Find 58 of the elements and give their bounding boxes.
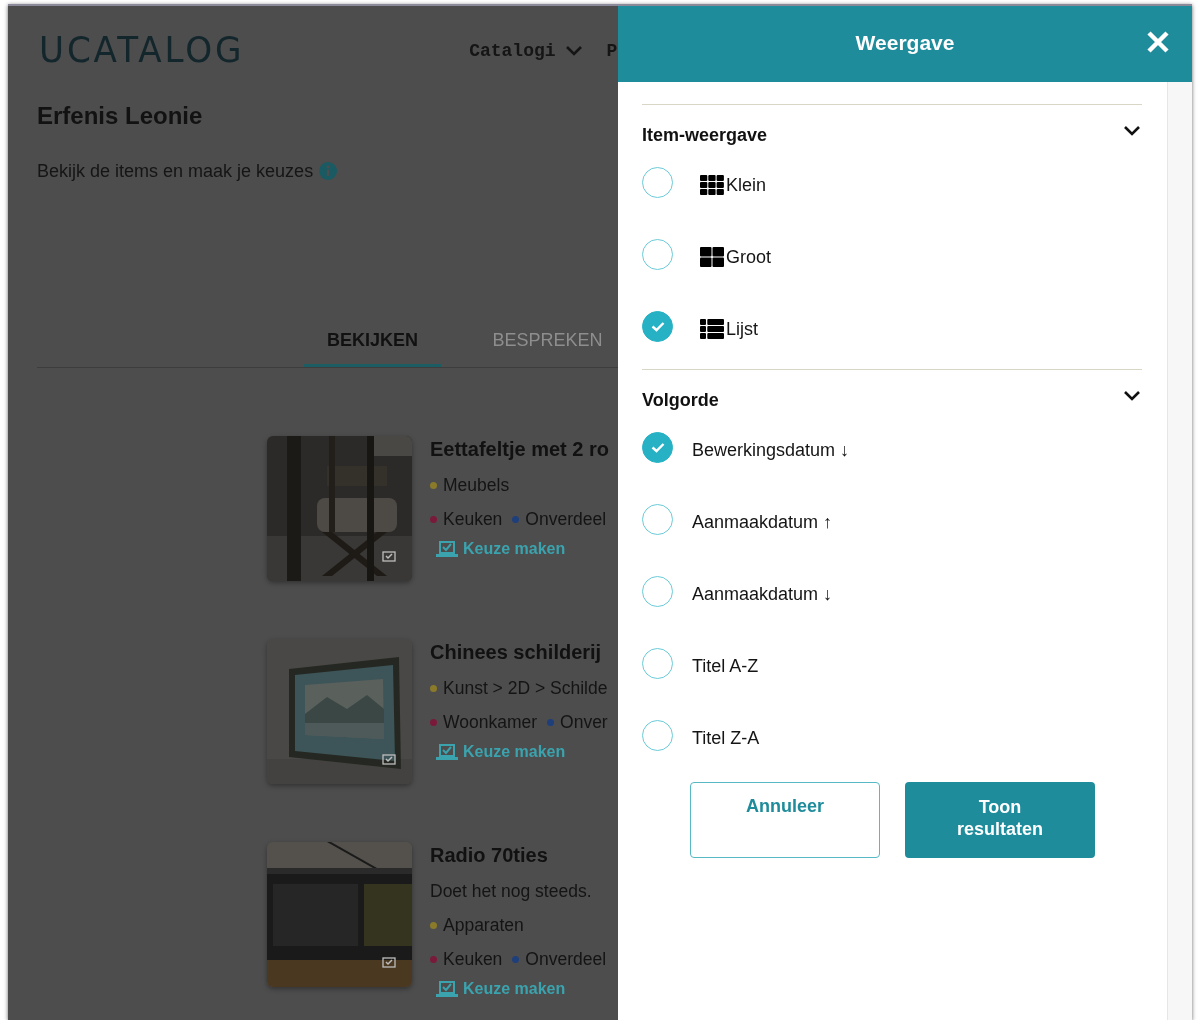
location-label: Onverdeel [525, 948, 607, 971]
large-grid-icon [700, 247, 724, 267]
section-title[interactable]: Volgorde [642, 390, 719, 411]
check-badge-icon[interactable] [382, 754, 396, 766]
option-label[interactable]: Aanmaakdatum ↑ [692, 511, 833, 533]
option-label[interactable]: Aanmaakdatum ↓ [692, 583, 833, 605]
category-label: Meubels [443, 474, 510, 497]
radio-button[interactable] [642, 503, 673, 535]
chevron-down-icon[interactable] [1123, 390, 1141, 402]
item-title[interactable]: Eettafeltje met 2 ro [430, 438, 611, 460]
location-label: Woonkamer [443, 711, 538, 734]
radio-button[interactable] [642, 719, 673, 751]
radio-button[interactable] [642, 431, 673, 463]
panel-title: Weergave [855, 31, 955, 55]
nav-menu[interactable]: Catalogi [469, 41, 583, 61]
list-icon [700, 319, 724, 339]
location-label: Onver [560, 711, 608, 734]
check-icon [650, 320, 665, 332]
option-label[interactable]: Groot [726, 246, 772, 268]
tab[interactable]: BESPREKEN [479, 317, 616, 367]
category-label: Apparaten [443, 914, 524, 937]
radio-button[interactable] [642, 310, 673, 342]
chevron-down-icon[interactable] [1123, 125, 1141, 137]
cancel-button[interactable]: Annuleer [690, 782, 880, 858]
page-subtitle: Bekijk de items en maak je keuzes [37, 160, 314, 182]
check-icon [436, 980, 458, 998]
category-label: Kunst > 2D > Schilde [443, 677, 608, 700]
item-title[interactable]: Chinees schilderij [430, 641, 612, 663]
radio-button[interactable] [642, 575, 673, 607]
choose-link[interactable]: Keuze maken [436, 540, 566, 558]
location-label: Onverdeel [525, 508, 607, 531]
nav-menu[interactable]: P [606, 41, 618, 61]
location-label: Keuken [443, 508, 503, 531]
radio-button[interactable] [642, 238, 673, 270]
check-icon [436, 743, 458, 761]
check-icon [436, 540, 458, 558]
option-label[interactable]: Titel Z-A [692, 727, 760, 749]
item-description: Doet het nog steeds. [430, 880, 593, 903]
section-title[interactable]: Item-weergave [642, 125, 768, 146]
check-badge-icon[interactable] [382, 551, 396, 563]
option-label[interactable]: Bewerkingsdatum ↓ [692, 439, 850, 461]
option-label[interactable]: Lijst [726, 318, 758, 340]
scrollbar-track[interactable] [1167, 82, 1192, 1020]
page-title: Erfenis Leonie [37, 102, 204, 130]
radio-button[interactable] [642, 166, 673, 198]
close-icon[interactable] [1146, 30, 1170, 54]
item-title[interactable]: Radio 70ties [430, 844, 611, 866]
option-label[interactable]: Klein [726, 174, 767, 196]
check-icon [650, 441, 665, 453]
location-label: Keuken [443, 948, 503, 971]
small-grid-icon [700, 175, 724, 195]
choose-link[interactable]: Keuze maken [436, 980, 566, 998]
check-badge-icon[interactable] [382, 957, 396, 969]
choose-link[interactable]: Keuze maken [436, 743, 566, 761]
tab[interactable]: BEKIJKEN [304, 317, 441, 367]
radio-button[interactable] [642, 647, 673, 679]
option-label[interactable]: Titel A-Z [692, 655, 759, 677]
show-results-button[interactable]: Toon resultaten [905, 782, 1095, 858]
